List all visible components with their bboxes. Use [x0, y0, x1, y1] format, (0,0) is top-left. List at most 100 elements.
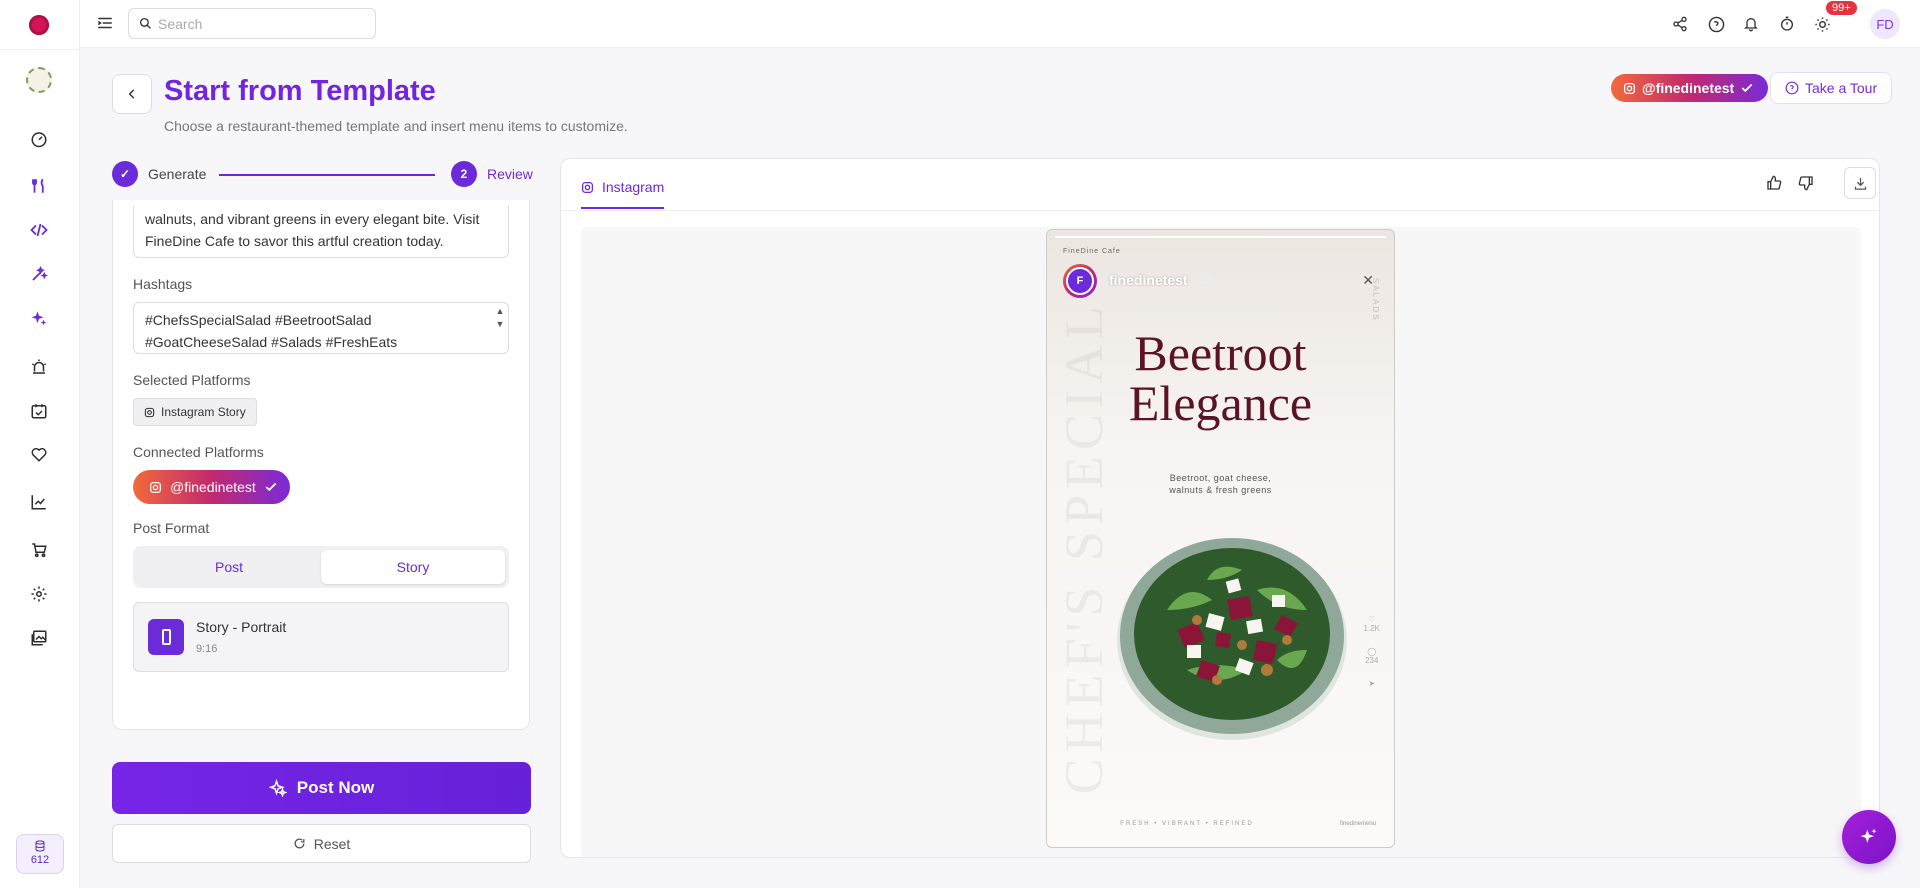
alarm-icon[interactable] [28, 356, 50, 378]
sparkle-icon [268, 779, 287, 797]
user-avatar[interactable]: FD [1870, 9, 1900, 39]
sidebar-divider [0, 49, 80, 50]
caption-textarea[interactable]: walnuts, and vibrant greens in every ele… [133, 206, 509, 258]
story-action-icons: ♡ 1.2K ◯ 234 ➤ [1364, 615, 1380, 688]
story-title-line2: Elegance [1128, 375, 1313, 431]
app-logo[interactable] [29, 15, 49, 35]
code-icon[interactable] [28, 219, 50, 241]
search-icon [139, 17, 151, 29]
step-progress-line [219, 174, 435, 176]
menu-toggle-icon[interactable] [96, 14, 114, 37]
page-subtitle: Choose a restaurant-themed template and … [164, 118, 628, 134]
story-footer-handle: finedinemenu [1339, 821, 1376, 827]
instagram-icon [1623, 82, 1636, 94]
credits-counter[interactable]: 612 [16, 834, 64, 874]
hashtags-label: Hashtags [133, 276, 193, 292]
selected-platform-name: Instagram Story [161, 405, 246, 419]
restaurant-avatar[interactable] [26, 67, 52, 93]
gear-icon[interactable] [28, 583, 50, 605]
step-2-circle: 2 [451, 161, 477, 187]
textarea-scrollbar[interactable]: ▲ ▼ [494, 305, 506, 351]
hashtags-textarea[interactable]: #ChefsSpecialSalad #BeetrootSalad #GoatC… [133, 302, 509, 354]
help-icon[interactable] [1705, 13, 1727, 35]
format-card[interactable]: Story - Portrait 9:16 [133, 602, 509, 672]
timer-icon[interactable] [1776, 13, 1798, 35]
back-button[interactable] [112, 74, 152, 114]
instagram-icon [144, 407, 155, 417]
bell-icon[interactable] [1740, 13, 1762, 35]
utensils-icon[interactable] [28, 175, 50, 197]
sparkles-icon[interactable] [28, 307, 50, 329]
share-icon[interactable] [1669, 13, 1691, 35]
caption-text: walnuts, and vibrant greens in every ele… [145, 211, 480, 249]
story-time: 3h [1199, 272, 1214, 287]
reset-button[interactable]: Reset [112, 824, 531, 863]
story-progress-bar [1055, 236, 1386, 238]
tab-instagram-label: Instagram [602, 179, 665, 195]
story-avatar-letter: F [1066, 267, 1094, 295]
check-icon [1741, 83, 1753, 93]
story-preview[interactable]: CHEF'S SPECIAL FineDine Cafe F finedinet… [1046, 229, 1395, 848]
story-tagline: Beetroot, goat cheese, walnuts & fresh g… [1047, 472, 1394, 496]
story-footer-tagline: FRESH • VIBRANT • REFINED [1120, 821, 1254, 827]
top-bar: 99+ FD [80, 0, 1920, 48]
check-icon [265, 482, 277, 492]
sparkle-icon [1860, 828, 1877, 843]
story-like-icon[interactable]: ♡ [1364, 615, 1380, 624]
help-circle-icon [1785, 81, 1799, 95]
database-icon [35, 840, 45, 852]
story-comment-icon[interactable]: ◯ [1364, 647, 1380, 656]
account-pill[interactable]: @finedinetest [1611, 74, 1769, 102]
heart-icon[interactable] [28, 443, 50, 465]
review-form-panel: walnuts, and vibrant greens in every ele… [112, 200, 530, 730]
thumbs-up-icon[interactable] [1766, 175, 1782, 196]
hashtags-text: #ChefsSpecialSalad #BeetrootSalad #GoatC… [145, 312, 398, 350]
selected-platform-chip[interactable]: Instagram Story [133, 398, 257, 426]
tour-label: Take a Tour [1805, 80, 1878, 96]
format-card-title: Story - Portrait [196, 619, 287, 635]
instagram-icon [581, 181, 594, 193]
story-likes-count: 1.2K [1363, 624, 1380, 633]
post-now-label: Post Now [296, 778, 375, 797]
images-icon[interactable] [28, 627, 50, 649]
cart-icon[interactable] [28, 539, 50, 561]
connected-platforms-label: Connected Platforms [133, 444, 264, 460]
ai-assistant-fab[interactable] [1842, 810, 1896, 864]
story-username: finedinetest [1109, 272, 1188, 288]
credits-value: 612 [30, 854, 50, 866]
format-card-ratio: 9:16 [196, 643, 218, 655]
story-category: SALADS [1371, 278, 1380, 322]
portrait-phone-icon [148, 619, 184, 655]
story-tagline-line1: Beetroot, goat cheese, [1169, 473, 1272, 483]
post-format-label: Post Format [133, 520, 210, 536]
reset-label: Reset [313, 835, 351, 852]
instagram-icon [149, 481, 162, 493]
chart-line-icon[interactable] [28, 491, 50, 513]
post-now-button[interactable]: Post Now [112, 762, 531, 814]
page-title: Start from Template [164, 75, 436, 107]
dashboard-icon[interactable] [28, 128, 50, 150]
step-1-circle: ✓ [112, 161, 138, 187]
sidebar: 612 [0, 0, 80, 888]
sun-icon[interactable] [1811, 13, 1833, 35]
post-format-toggle: Post Story [133, 546, 509, 588]
search-input[interactable] [158, 15, 358, 32]
magic-wand-icon[interactable] [28, 263, 50, 285]
step-2-label: Review [487, 166, 533, 182]
calendar-check-icon[interactable] [28, 400, 50, 422]
format-option-post[interactable]: Post [137, 550, 321, 584]
download-button[interactable] [1844, 167, 1876, 199]
take-tour-button[interactable]: Take a Tour [1770, 72, 1893, 104]
tab-instagram[interactable]: Instagram [581, 175, 665, 209]
salad-bowl-image [1117, 538, 1347, 740]
step-1-label: Generate [148, 166, 207, 182]
tab-divider [561, 210, 1879, 211]
story-send-icon[interactable]: ➤ [1364, 679, 1380, 688]
search-box[interactable] [128, 8, 376, 39]
story-comments-count: 234 [1365, 656, 1379, 665]
format-option-story[interactable]: Story [321, 550, 505, 584]
story-title: Beetroot Elegance [1047, 328, 1394, 428]
thumbs-down-icon[interactable] [1798, 175, 1814, 196]
connected-account-chip[interactable]: @finedinetest [133, 470, 290, 504]
download-icon [1854, 177, 1866, 190]
